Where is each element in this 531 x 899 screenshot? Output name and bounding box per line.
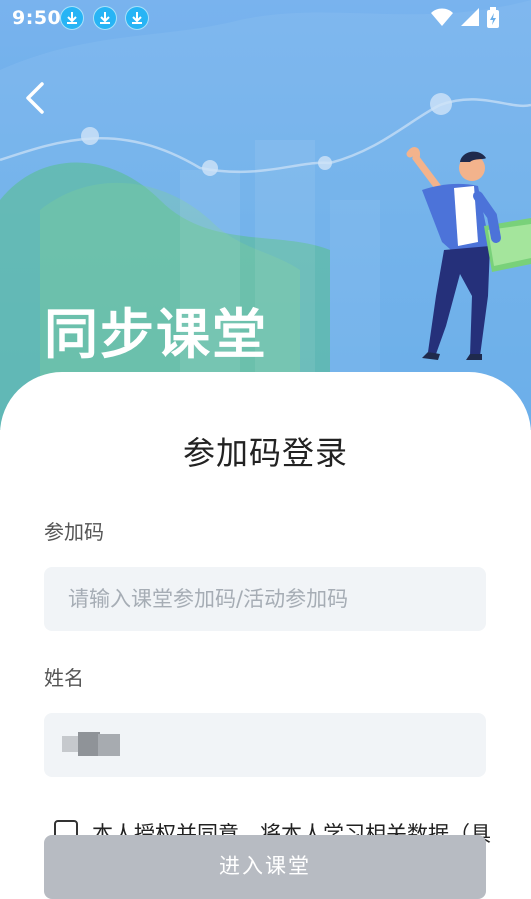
login-title: 参加码登录 [182, 434, 348, 472]
teacher-illustration [406, 147, 531, 360]
signal-icon [461, 8, 479, 26]
download-icon [93, 6, 117, 30]
status-time: 9:50 [12, 7, 62, 29]
code-label: 参加码 [44, 520, 104, 544]
download-icon [125, 6, 149, 30]
redacted-name [62, 732, 120, 756]
hero-banner: 9:50 同步课堂 [0, 0, 531, 430]
status-icons [431, 7, 499, 28]
chevron-left-icon [26, 82, 44, 114]
wifi-icon [431, 8, 453, 26]
code-input[interactable] [44, 567, 486, 631]
app-title: 同步课堂 [44, 303, 268, 366]
enter-classroom-button[interactable]: 进入课堂 [44, 835, 486, 899]
back-button[interactable] [18, 78, 54, 118]
status-bar: 9:50 [0, 0, 531, 36]
battery-icon [487, 7, 499, 28]
download-icon [60, 6, 84, 30]
code-input-box [44, 567, 486, 631]
name-label: 姓名 [44, 666, 84, 690]
